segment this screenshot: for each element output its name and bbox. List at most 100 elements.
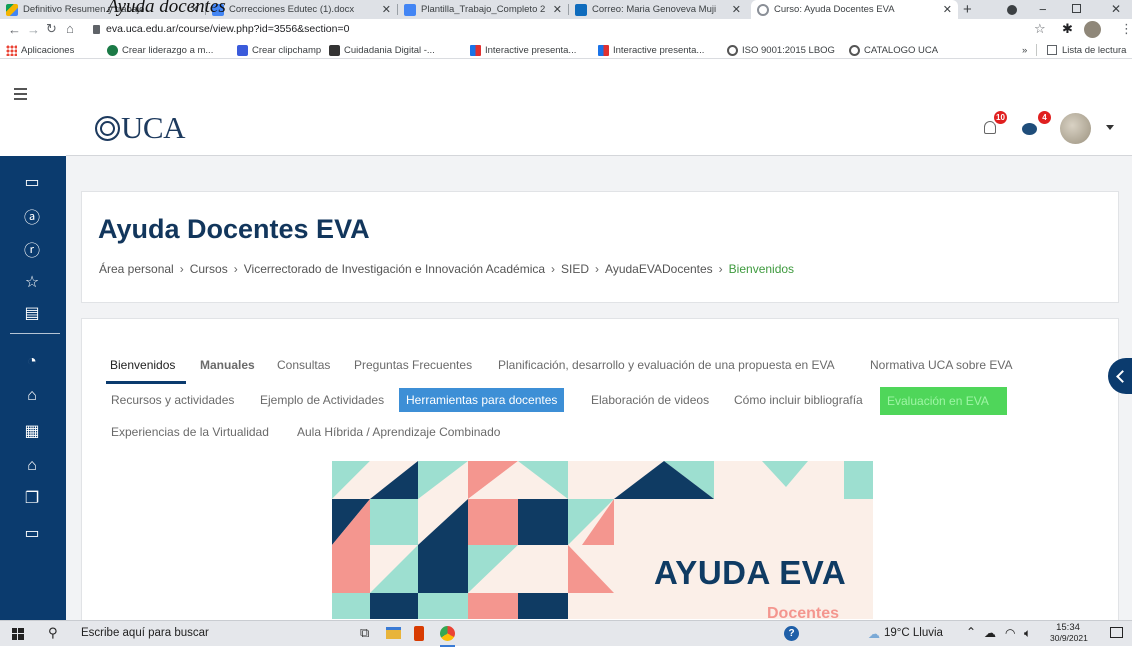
star-icon[interactable]: ☆ bbox=[21, 271, 43, 293]
folder-icon[interactable]: ▭ bbox=[21, 522, 43, 544]
bookmark-item[interactable]: CATALOGO UCA bbox=[849, 42, 938, 58]
close-icon[interactable]: ✕ bbox=[382, 3, 397, 16]
graduation-cap-icon[interactable]: ⌂ bbox=[21, 455, 43, 477]
geometric-pattern bbox=[332, 461, 873, 619]
course-header-card: Ayuda Docentes EVA Área personal › Cursos… bbox=[81, 191, 1119, 303]
bookmark-apps[interactable]: Aplicaciones bbox=[6, 42, 74, 58]
help-icon[interactable]: ? bbox=[784, 626, 799, 641]
url-field[interactable]: eva.uca.edu.ar/course/view.php?id=3556&s… bbox=[106, 23, 349, 35]
bookmark-item[interactable]: Crear liderazgo a m... bbox=[107, 42, 213, 58]
notifications-center-icon[interactable] bbox=[1110, 627, 1123, 638]
apps-grid-icon bbox=[6, 44, 17, 56]
extensions-icon[interactable]: ✱ bbox=[1062, 21, 1073, 37]
volume-icon[interactable]: 🔈︎ bbox=[1024, 626, 1031, 641]
tab-ejemplo-actividades[interactable]: Ejemplo de Actividades bbox=[260, 393, 384, 407]
forward-icon[interactable]: → bbox=[27, 22, 40, 37]
globe-icon bbox=[727, 44, 738, 56]
bookmark-label: CATALOGO UCA bbox=[864, 44, 939, 56]
chevron-right-icon: › bbox=[233, 262, 238, 276]
grades-icon[interactable]: ▤ bbox=[21, 302, 43, 324]
star-icon[interactable]: ☆ bbox=[1034, 21, 1046, 37]
folder-icon[interactable]: ▭ bbox=[21, 171, 43, 193]
restore-icon[interactable] bbox=[1072, 4, 1081, 13]
clipchamp-icon bbox=[237, 44, 248, 56]
tab-normativa[interactable]: Normativa UCA sobre EVA bbox=[870, 358, 1013, 372]
breadcrumb-item[interactable]: Área personal bbox=[99, 262, 174, 276]
bookmark-item[interactable]: Interactive presenta... bbox=[598, 42, 704, 58]
tab-consultas[interactable]: Consultas bbox=[277, 358, 330, 372]
minimize-icon[interactable]: − bbox=[1039, 0, 1047, 19]
search-icon[interactable]: ⚲ bbox=[48, 625, 58, 641]
clock[interactable]: 15:34 30/9/2021 bbox=[1050, 622, 1088, 643]
tab-preguntas-frecuentes[interactable]: Preguntas Frecuentes bbox=[354, 358, 472, 372]
hamburger-menu-icon[interactable] bbox=[14, 88, 27, 100]
reload-icon[interactable]: ↻ bbox=[46, 21, 57, 37]
banner-title: AYUDA EVA bbox=[654, 554, 847, 591]
bookmark-item[interactable]: Interactive presenta... bbox=[470, 42, 576, 58]
participants-icon[interactable]: ⓐ bbox=[21, 205, 43, 227]
kebab-menu-icon[interactable]: ⋮ bbox=[1120, 21, 1132, 37]
close-icon[interactable]: ✕ bbox=[732, 3, 747, 16]
tab-experiencias-virtualidad[interactable]: Experiencias de la Virtualidad bbox=[111, 425, 269, 439]
globe-icon bbox=[849, 44, 860, 56]
browser-tab-2[interactable]: Correcciones Edutec (1).docx ✕ bbox=[206, 0, 397, 19]
breadcrumb-current[interactable]: Bienvenidos bbox=[729, 262, 794, 276]
bookmark-label: Crear liderazgo a m... bbox=[122, 44, 214, 56]
tab-elaboracion-videos[interactable]: Elaboración de videos bbox=[591, 393, 709, 407]
windows-start-icon[interactable] bbox=[12, 628, 24, 640]
breadcrumb-item[interactable]: AyudaEVADocentes bbox=[605, 262, 713, 276]
uca-logo[interactable]: UCA bbox=[95, 110, 185, 146]
file-explorer-icon[interactable] bbox=[386, 627, 401, 639]
browser-tab-4[interactable]: Correo: Maria Genoveva Muji ✕ bbox=[569, 0, 747, 19]
bookmark-item[interactable]: ISO 9001:2015 LBOG bbox=[727, 42, 835, 58]
back-icon[interactable]: ← bbox=[8, 22, 21, 37]
browser-tab-active[interactable]: Curso: Ayuda Docentes EVA ✕ bbox=[751, 0, 958, 19]
bookmarks-more[interactable]: » bbox=[1022, 42, 1027, 58]
onedrive-icon[interactable]: ☁ bbox=[984, 626, 996, 640]
bookmark-item[interactable]: Cuidadania Digital -... bbox=[329, 42, 435, 58]
breadcrumb-item[interactable]: Cursos bbox=[190, 262, 228, 276]
wifi-icon[interactable]: ◠ bbox=[1005, 626, 1015, 640]
logo-text: UCA bbox=[121, 110, 185, 145]
tab-aula-hibrida[interactable]: Aula Híbrida / Aprendizaje Combinado bbox=[297, 425, 500, 439]
profile-dot-icon[interactable] bbox=[1007, 5, 1017, 15]
reading-list-label: Lista de lectura bbox=[1062, 44, 1127, 56]
active-tab-underline bbox=[106, 381, 186, 384]
breadcrumb-item[interactable]: Vicerrectorado de Investigación e Innova… bbox=[244, 262, 545, 276]
dashboard-icon[interactable]: ◔ bbox=[21, 351, 43, 373]
home-icon[interactable]: ⌂ bbox=[66, 21, 74, 36]
files-icon[interactable]: ❐ bbox=[21, 487, 43, 509]
weather-text[interactable]: 19°C Lluvia bbox=[884, 627, 943, 639]
tab-evaluacion-eva[interactable]: Evaluación en EVA bbox=[880, 387, 1007, 415]
tab-planificacion[interactable]: Planificación, desarrollo y evaluación d… bbox=[498, 358, 835, 372]
profile-avatar-icon[interactable] bbox=[1084, 21, 1101, 38]
tab-incluir-bibliografia[interactable]: Cómo incluir bibliografía bbox=[734, 393, 863, 407]
bookmark-label: Interactive presenta... bbox=[485, 44, 577, 56]
chrome-icon[interactable] bbox=[440, 626, 455, 641]
taskbar-search-input[interactable]: Escribe aquí para buscar bbox=[81, 627, 209, 639]
new-tab-button[interactable]: + bbox=[963, 0, 972, 19]
tab-herramientas-docentes[interactable]: Herramientas para docentes bbox=[399, 388, 565, 412]
task-view-icon[interactable]: ⧉ bbox=[360, 625, 369, 641]
breadcrumb-item[interactable]: SIED bbox=[561, 262, 589, 276]
bookmark-label: ISO 9001:2015 LBOG bbox=[742, 44, 835, 56]
chevron-right-icon: › bbox=[179, 262, 184, 276]
docs-icon bbox=[404, 3, 416, 16]
close-icon[interactable]: ✕ bbox=[553, 3, 568, 16]
close-icon[interactable]: ✕ bbox=[943, 3, 958, 16]
bookmark-item[interactable]: Crear clipchamp bbox=[237, 42, 321, 58]
office-icon[interactable] bbox=[414, 626, 424, 641]
user-avatar[interactable] bbox=[1060, 113, 1091, 144]
home-icon[interactable]: ⌂ bbox=[21, 385, 43, 407]
browser-tab-3[interactable]: Plantilla_Trabajo_Completo 2 ✕ bbox=[398, 0, 568, 19]
calendar-icon[interactable]: ▦ bbox=[21, 420, 43, 442]
clock-date: 30/9/2021 bbox=[1050, 633, 1088, 643]
tab-bienvenidos[interactable]: Bienvenidos bbox=[110, 358, 175, 372]
user-menu-caret-icon[interactable] bbox=[1106, 125, 1114, 130]
tab-recursos-actividades[interactable]: Recursos y actividades bbox=[111, 393, 234, 407]
tab-manuales[interactable]: Manuales bbox=[200, 358, 255, 372]
reading-list[interactable]: Lista de lectura bbox=[1047, 42, 1126, 58]
badges-icon[interactable]: ⓡ bbox=[21, 238, 43, 260]
window-close-icon[interactable]: ✕ bbox=[1111, 0, 1121, 19]
chevron-up-icon[interactable]: ⌃ bbox=[966, 625, 976, 639]
